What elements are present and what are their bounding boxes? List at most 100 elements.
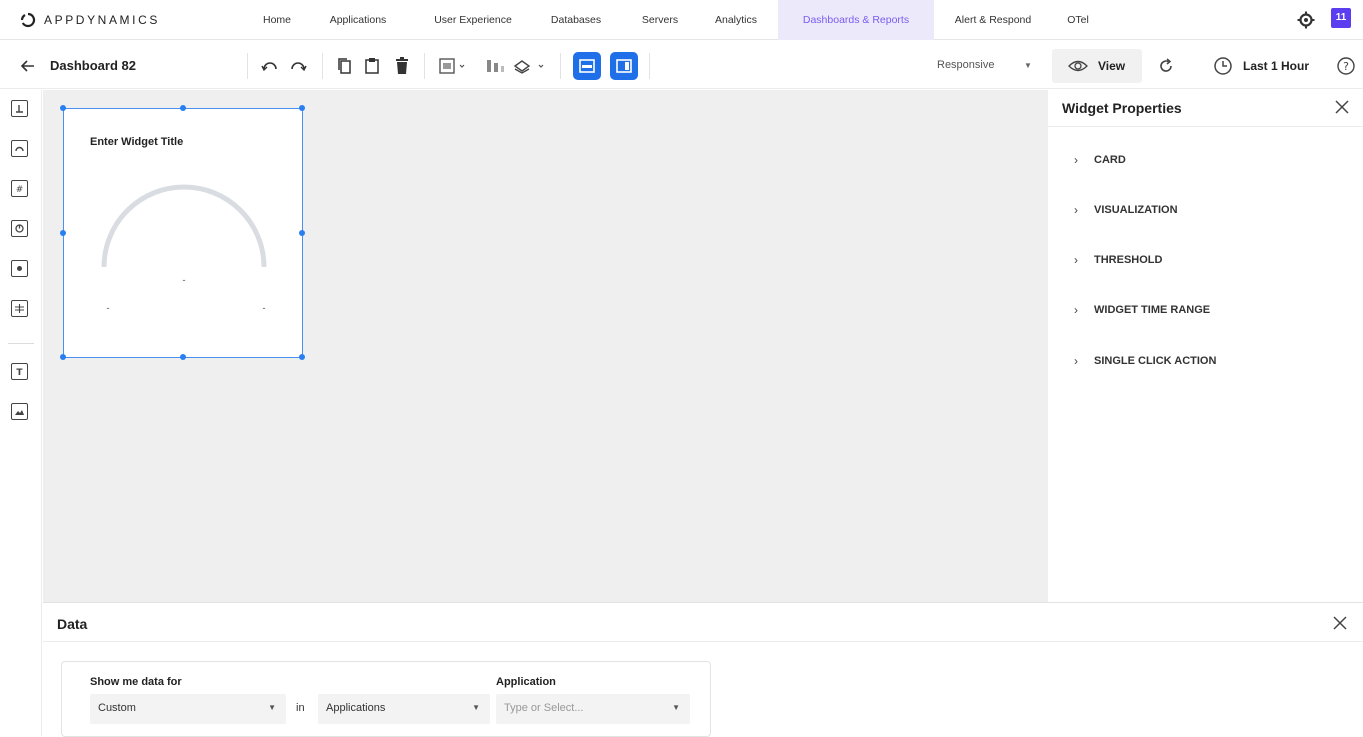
- horizontal-layout-toggle[interactable]: [573, 52, 601, 80]
- paste-icon[interactable]: [362, 55, 382, 77]
- gauge-widget-icon[interactable]: [11, 140, 28, 157]
- show-me-data-value: Custom: [98, 702, 136, 714]
- rail-divider: [8, 343, 34, 344]
- section-label: THRESHOLD: [1094, 254, 1163, 266]
- vertical-layout-toggle[interactable]: [610, 52, 638, 80]
- resize-handle-top[interactable]: [180, 105, 186, 111]
- dashboard-toolbar: Dashboard 82 Responsive ▼ View Last 1 Ho…: [0, 43, 1363, 89]
- top-navigation-bar: APPDYNAMICS Home Applications User Exper…: [0, 0, 1363, 40]
- data-query-box: Show me data for Custom ▼ in Application…: [61, 661, 711, 737]
- undo-icon[interactable]: [260, 55, 280, 77]
- grid-list-widget-icon[interactable]: [11, 300, 28, 317]
- gauge-widget[interactable]: Enter Widget Title - - -: [60, 105, 305, 360]
- resize-handle-bottom[interactable]: [180, 354, 186, 360]
- in-label: in: [296, 702, 305, 714]
- section-label: WIDGET TIME RANGE: [1094, 304, 1211, 316]
- section-card[interactable]: › CARD: [1074, 150, 1126, 170]
- toolbar-divider: [560, 53, 561, 79]
- time-range-selector[interactable]: Last 1 Hour: [1243, 59, 1309, 73]
- distribute-icon[interactable]: [484, 55, 506, 77]
- panel-divider: [43, 641, 1363, 642]
- layout-mode-dropdown[interactable]: Responsive: [937, 59, 994, 71]
- scope-select[interactable]: Applications ▼: [318, 694, 490, 724]
- nav-user-experience[interactable]: User Experience: [422, 0, 524, 40]
- resize-handle-bottom-left[interactable]: [60, 354, 66, 360]
- nav-home[interactable]: Home: [255, 0, 299, 40]
- back-arrow-icon[interactable]: [18, 56, 38, 76]
- resize-handle-left[interactable]: [60, 230, 66, 236]
- panel-divider: [1048, 126, 1363, 127]
- toolbar-divider: [322, 53, 323, 79]
- nav-alert-respond[interactable]: Alert & Respond: [944, 0, 1042, 40]
- close-icon[interactable]: [1333, 98, 1351, 116]
- appdynamics-logo[interactable]: APPDYNAMICS: [20, 10, 160, 30]
- svg-text:#: #: [16, 185, 24, 194]
- section-visualization[interactable]: › VISUALIZATION: [1074, 200, 1178, 220]
- caret-down-icon: ▼: [268, 703, 276, 712]
- caret-down-icon: ▼: [672, 703, 680, 712]
- copy-icon[interactable]: [334, 55, 354, 77]
- chart-widget-icon[interactable]: [11, 100, 28, 117]
- metric-number-widget-icon[interactable]: #: [11, 180, 28, 197]
- nav-applications[interactable]: Applications: [312, 0, 404, 40]
- help-icon[interactable]: ?: [1336, 56, 1356, 76]
- align-dropdown-icon[interactable]: [438, 55, 468, 77]
- widget-properties-title: Widget Properties: [1062, 100, 1182, 116]
- view-label: View: [1098, 59, 1126, 73]
- logo-text: APPDYNAMICS: [44, 13, 160, 27]
- layer-dropdown-icon[interactable]: [512, 55, 548, 77]
- image-widget-icon[interactable]: [11, 403, 28, 420]
- text-widget-icon[interactable]: T: [11, 363, 28, 380]
- svg-text:?: ?: [1343, 60, 1349, 73]
- dashboard-canvas[interactable]: Enter Widget Title - - -: [43, 90, 1048, 602]
- refresh-icon[interactable]: [1156, 56, 1176, 76]
- health-status-widget-icon[interactable]: [11, 260, 28, 277]
- nav-servers[interactable]: Servers: [630, 0, 690, 40]
- show-me-data-label: Show me data for: [90, 676, 182, 688]
- resize-handle-bottom-right[interactable]: [299, 354, 305, 360]
- section-label: SINGLE CLICK ACTION: [1094, 355, 1217, 367]
- data-panel: Data Show me data for Custom ▼ in Applic…: [43, 602, 1363, 737]
- pie-chart-widget-icon[interactable]: [11, 220, 28, 237]
- dashboard-title[interactable]: Dashboard 82: [50, 58, 136, 73]
- toolbar-divider: [424, 53, 425, 79]
- delete-trash-icon[interactable]: [392, 55, 412, 77]
- section-label: CARD: [1094, 154, 1126, 166]
- settings-gear-icon[interactable]: [1296, 10, 1316, 30]
- nav-analytics[interactable]: Analytics: [702, 0, 770, 40]
- eye-icon: [1068, 60, 1088, 72]
- chevron-right-icon: ›: [1074, 354, 1078, 368]
- show-me-data-select[interactable]: Custom ▼: [90, 694, 286, 724]
- gauge-visualization: - - -: [101, 184, 267, 313]
- application-label: Application: [496, 676, 556, 688]
- data-panel-title: Data: [57, 616, 88, 632]
- toolbar-divider: [649, 53, 650, 79]
- view-button[interactable]: View: [1052, 49, 1142, 83]
- chevron-right-icon: ›: [1074, 203, 1078, 217]
- resize-handle-right[interactable]: [299, 230, 305, 236]
- appdynamics-logo-icon: [20, 12, 36, 28]
- widget-properties-panel: Widget Properties › CARD › VISUALIZATION…: [1048, 90, 1363, 602]
- section-single-click-action[interactable]: › SINGLE CLICK ACTION: [1074, 351, 1216, 371]
- widget-title[interactable]: Enter Widget Title: [90, 136, 183, 148]
- resize-handle-top-right[interactable]: [299, 105, 305, 111]
- nav-dashboards-reports[interactable]: Dashboards & Reports: [778, 0, 934, 40]
- resize-handle-top-left[interactable]: [60, 105, 66, 111]
- section-label: VISUALIZATION: [1094, 204, 1178, 216]
- svg-text:T: T: [16, 368, 23, 377]
- gauge-min-label: -: [107, 303, 110, 313]
- nav-databases[interactable]: Databases: [540, 0, 612, 40]
- clock-icon[interactable]: [1213, 56, 1233, 76]
- caret-down-icon[interactable]: ▼: [1024, 61, 1032, 70]
- application-select[interactable]: Type or Select... ▼: [496, 694, 690, 724]
- nav-otel[interactable]: OTel: [1058, 0, 1098, 40]
- chevron-right-icon: ›: [1074, 153, 1078, 167]
- section-widget-time-range[interactable]: › WIDGET TIME RANGE: [1074, 300, 1210, 320]
- toolbar-divider: [247, 53, 248, 79]
- redo-icon[interactable]: [288, 55, 308, 77]
- close-icon[interactable]: [1331, 614, 1349, 632]
- application-placeholder: Type or Select...: [504, 702, 584, 714]
- gauge-max-label: -: [263, 303, 266, 313]
- section-threshold[interactable]: › THRESHOLD: [1074, 250, 1162, 270]
- user-avatar-badge[interactable]: 11: [1331, 8, 1351, 28]
